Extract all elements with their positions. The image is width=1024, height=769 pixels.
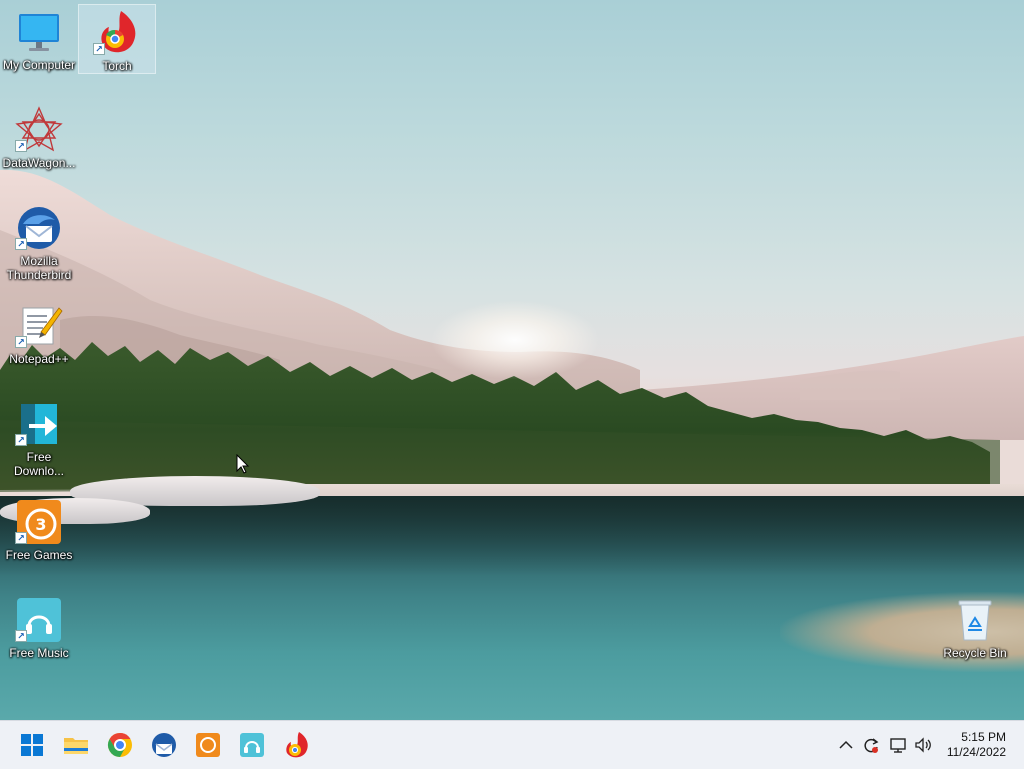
- desktop-wallpaper: [0, 0, 1024, 720]
- thunderbird-icon: [152, 733, 176, 757]
- clock-date: 11/24/2022: [946, 745, 1006, 759]
- desktop-icon-label: DataWagon...: [2, 156, 76, 170]
- update-sync-tray-button[interactable]: [861, 735, 881, 755]
- desktop-icon-free-download[interactable]: ↗ Free Downlo...: [1, 396, 77, 478]
- taskbar-free-music[interactable]: [236, 729, 268, 761]
- taskbar-torch[interactable]: [280, 729, 312, 761]
- free-download-icon: ↗: [15, 400, 63, 448]
- taskbar-thunderbird[interactable]: [148, 729, 180, 761]
- desktop-icon-recycle-bin[interactable]: Recycle Bin: [937, 592, 1013, 668]
- monitor-icon: [15, 8, 63, 56]
- thunderbird-icon: ↗: [15, 204, 63, 252]
- desktop-icon-my-computer[interactable]: My Computer: [1, 4, 77, 80]
- desktop-icon-label: My Computer: [2, 58, 76, 72]
- desktop-icon-label: Free Music: [9, 646, 69, 660]
- volume-icon: [915, 737, 931, 753]
- desktop-icon-label: Mozilla Thunderbird: [6, 254, 72, 282]
- desktop-icon-label: Free Games: [5, 548, 73, 562]
- desktop-icon-label: Free Downlo...: [13, 450, 65, 478]
- taskbar-clock[interactable]: 5:15 PM 11/24/2022: [947, 730, 1006, 760]
- desktop-icon-label: Torch: [102, 59, 132, 73]
- torch-browser-icon: ↗: [93, 9, 141, 57]
- free-music-icon: [240, 733, 264, 757]
- svg-text:3: 3: [35, 515, 46, 534]
- taskbar-file-explorer[interactable]: [60, 729, 92, 761]
- free-music-icon: ↗: [15, 596, 63, 644]
- notepad-plus-plus-icon: ↗: [15, 302, 63, 350]
- chevron-up-icon: [839, 740, 853, 749]
- recycle-bin-icon: [951, 596, 999, 644]
- network-icon: [890, 738, 906, 753]
- torch-browser-icon: [286, 732, 308, 758]
- sun-glow: [430, 300, 600, 380]
- desktop-icon-free-games[interactable]: 3 ↗ Free Games: [1, 494, 77, 570]
- shortcut-arrow-icon: ↗: [93, 43, 105, 55]
- shortcut-arrow-icon: ↗: [15, 336, 27, 348]
- desktop-icon-torch[interactable]: ↗ Torch: [78, 4, 156, 74]
- free-games-icon: 3 ↗: [15, 498, 63, 546]
- desktop-icon-label: Recycle Bin: [943, 646, 1007, 660]
- update-sync-icon: [864, 738, 879, 753]
- network-tray-button[interactable]: [888, 735, 908, 755]
- shortcut-arrow-icon: ↗: [15, 630, 27, 642]
- desktop-icon-free-music[interactable]: ↗ Free Music: [1, 592, 77, 668]
- shortcut-arrow-icon: ↗: [15, 434, 27, 446]
- shortcut-arrow-icon: ↗: [15, 238, 27, 250]
- lake-reflection: [0, 496, 1024, 576]
- volume-tray-button[interactable]: [913, 735, 933, 755]
- show-hidden-icons-button[interactable]: [836, 735, 856, 755]
- taskbar: 5:15 PM 11/24/2022: [0, 720, 1024, 769]
- chrome-icon: [107, 733, 132, 757]
- taskbar-chrome[interactable]: [104, 729, 136, 761]
- desktop-icon-label: Notepad++: [9, 352, 69, 366]
- shortcut-arrow-icon: ↗: [15, 140, 27, 152]
- desktop-icon-notepad-plus-plus[interactable]: ↗ Notepad++: [1, 298, 77, 374]
- free-games-icon: [196, 733, 220, 757]
- start-icon: [21, 734, 43, 756]
- desktop-icon-datawagon[interactable]: ↗ DataWagon...: [1, 102, 77, 178]
- file-explorer-icon: [64, 738, 88, 754]
- datawagon-icon: ↗: [15, 106, 63, 154]
- taskbar-free-games[interactable]: [192, 729, 224, 761]
- clock-time: 5:15 PM: [961, 730, 1006, 744]
- desktop-icon-thunderbird[interactable]: ↗ Mozilla Thunderbird: [1, 200, 77, 282]
- shortcut-arrow-icon: ↗: [15, 532, 27, 544]
- start-button[interactable]: [16, 729, 48, 761]
